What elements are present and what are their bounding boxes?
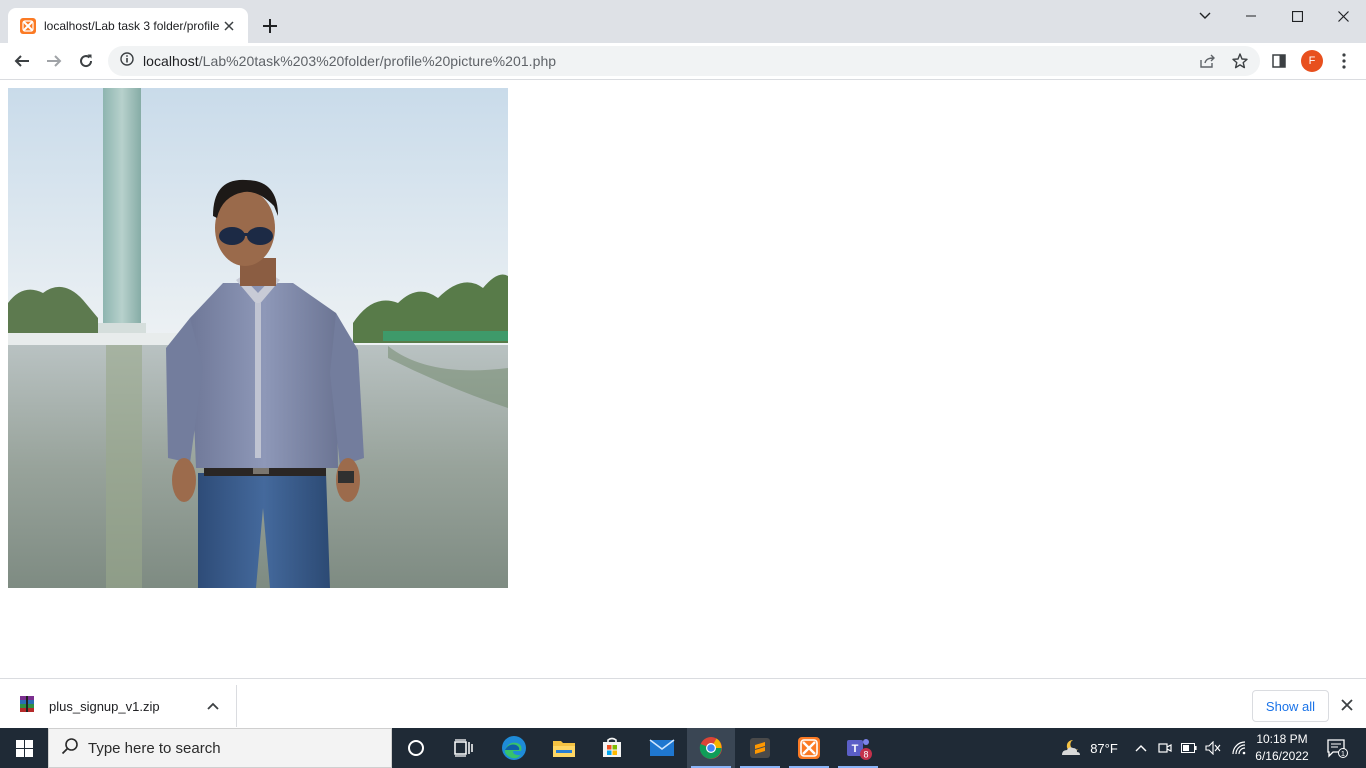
reload-icon[interactable] [72,47,100,75]
search-icon [61,737,79,760]
file-explorer-icon[interactable] [540,728,588,768]
url-text: localhost/Lab%20task%203%20folder/profil… [143,53,556,69]
xampp-icon[interactable] [785,728,833,768]
taskbar-search-box[interactable]: Type here to search [48,728,392,768]
svg-text:T: T [852,743,859,755]
profile-picture [8,88,508,588]
url-host: localhost [143,53,199,69]
page-content [0,80,1366,678]
download-bar: plus_signup_v1.zip Show all [0,678,1366,728]
tab-strip: localhost/Lab task 3 folder/profile pict… [0,0,1366,43]
tab-search-chevron-icon[interactable] [1182,0,1228,32]
browser-tab[interactable]: localhost/Lab task 3 folder/profile pict… [8,8,248,43]
sublime-text-icon[interactable] [736,728,784,768]
task-view-icon[interactable] [440,728,488,768]
teams-icon[interactable]: T8 [834,728,882,768]
weather-temperature[interactable]: 87°F [1086,728,1122,768]
notification-count: 1 [1341,749,1345,758]
windows-taskbar: Type here to search T8 87°F 10:18 PM 6/1… [0,728,1366,768]
profile-avatar[interactable]: F [1301,50,1323,72]
teams-badge-count: 8 [863,750,868,760]
side-panel-icon[interactable] [1265,47,1293,75]
browser-toolbar: localhost/Lab%20task%203%20folder/profil… [0,43,1366,80]
site-info-icon[interactable] [120,51,134,71]
cortana-icon[interactable] [392,728,440,768]
close-download-bar-icon[interactable] [1338,696,1356,714]
forward-arrow-icon[interactable] [40,47,68,75]
address-bar[interactable]: localhost/Lab%20task%203%20folder/profil… [108,46,1260,76]
xampp-favicon-icon [20,17,36,34]
clock-time: 10:18 PM [1256,732,1308,746]
back-arrow-icon[interactable] [8,47,36,75]
tab-close-icon[interactable] [220,17,238,35]
minimize-button[interactable] [1228,0,1274,32]
weather-icon[interactable] [1056,728,1084,768]
battery-icon[interactable] [1178,728,1200,768]
mail-icon[interactable] [638,728,686,768]
microsoft-store-icon[interactable] [588,728,636,768]
clock-date: 6/16/2022 [1255,749,1309,763]
share-icon[interactable] [1198,51,1218,71]
chevron-up-tray-icon[interactable] [1132,728,1150,768]
window-close-button[interactable] [1320,0,1366,32]
search-placeholder: Type here to search [88,739,221,757]
download-item[interactable]: plus_signup_v1.zip [0,685,237,727]
show-all-button[interactable]: Show all [1252,690,1329,722]
new-tab-button[interactable] [258,14,282,38]
menu-kebab-icon[interactable] [1330,47,1358,75]
url-path: /Lab%20task%203%20folder/profile%20pictu… [198,53,557,69]
meet-now-icon[interactable] [1155,728,1175,768]
notification-center-icon[interactable]: 1 [1322,728,1352,768]
download-file-name: plus_signup_v1.zip [49,698,160,714]
volume-muted-icon[interactable] [1202,728,1224,768]
maximize-button[interactable] [1274,0,1320,32]
edge-icon[interactable] [490,728,538,768]
bookmark-star-icon[interactable] [1230,51,1250,71]
zip-archive-icon [18,695,36,718]
taskbar-clock[interactable]: 10:18 PM 6/16/2022 [1246,731,1318,765]
windows-start-icon[interactable] [0,728,48,768]
tab-title: localhost/Lab task 3 folder/profile pict… [44,18,220,33]
chevron-up-icon[interactable] [204,697,222,715]
chrome-icon[interactable] [687,728,735,768]
